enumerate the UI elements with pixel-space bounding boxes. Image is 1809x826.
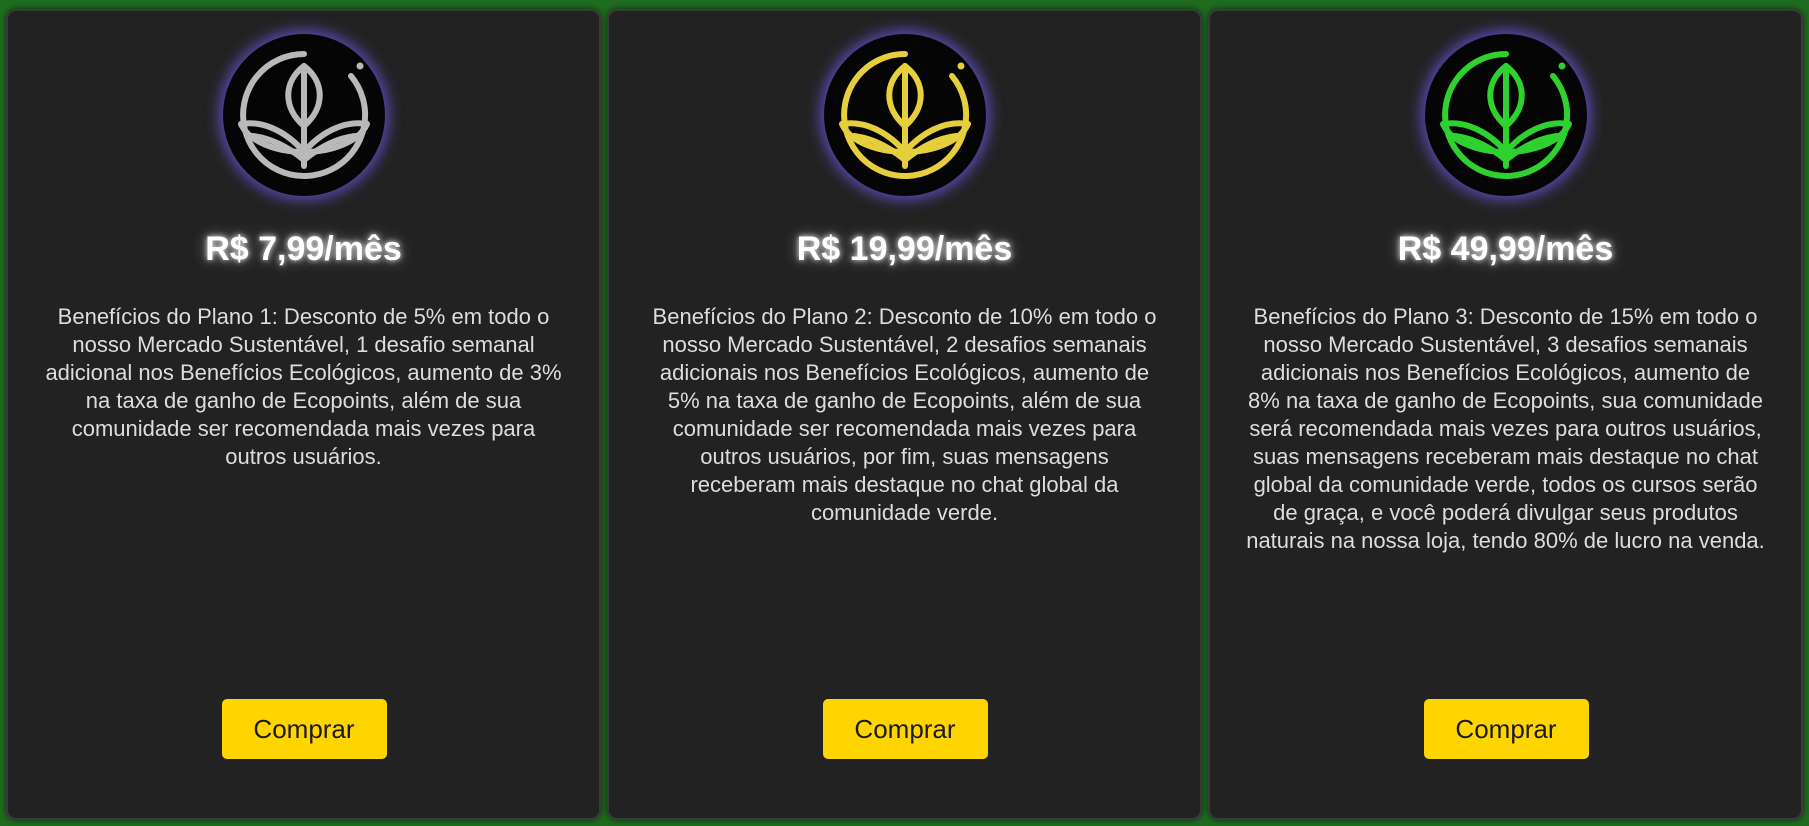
- plan-price: R$ 7,99/mês: [205, 230, 402, 268]
- plan-description: Benefícios do Plano 1: Desconto de 5% em…: [45, 304, 562, 469]
- buy-button[interactable]: Comprar: [221, 699, 387, 759]
- leaf-icon: [237, 51, 370, 179]
- plan-card-1: R$ 7,99/mês Benefícios do Plano 1: Desco…: [6, 9, 601, 820]
- leaf-icon: [1439, 51, 1572, 179]
- plan-description: Benefícios do Plano 2: Desconto de 10% e…: [652, 304, 1157, 525]
- buy-button[interactable]: Comprar: [822, 699, 988, 759]
- plan-price: R$ 49,99/mês: [1397, 230, 1614, 268]
- plan-card-2: R$ 19,99/mês Benefícios do Plano 2: Desc…: [607, 9, 1202, 820]
- plan-2-emblem: [823, 34, 986, 196]
- plan-1-emblem: [222, 34, 385, 196]
- buy-button[interactable]: Comprar: [1423, 699, 1589, 759]
- leaf-icon: [838, 51, 971, 179]
- plans-list: R$ 7,99/mês Benefícios do Plano 1: Desco…: [6, 9, 1803, 820]
- plan-3-emblem: [1424, 34, 1587, 196]
- plan-description: Benefícios do Plano 3: Desconto de 15% e…: [1246, 304, 1765, 553]
- plan-price: R$ 19,99/mês: [796, 230, 1013, 268]
- plan-card-3: R$ 49,99/mês Benefícios do Plano 3: Desc…: [1208, 9, 1803, 820]
